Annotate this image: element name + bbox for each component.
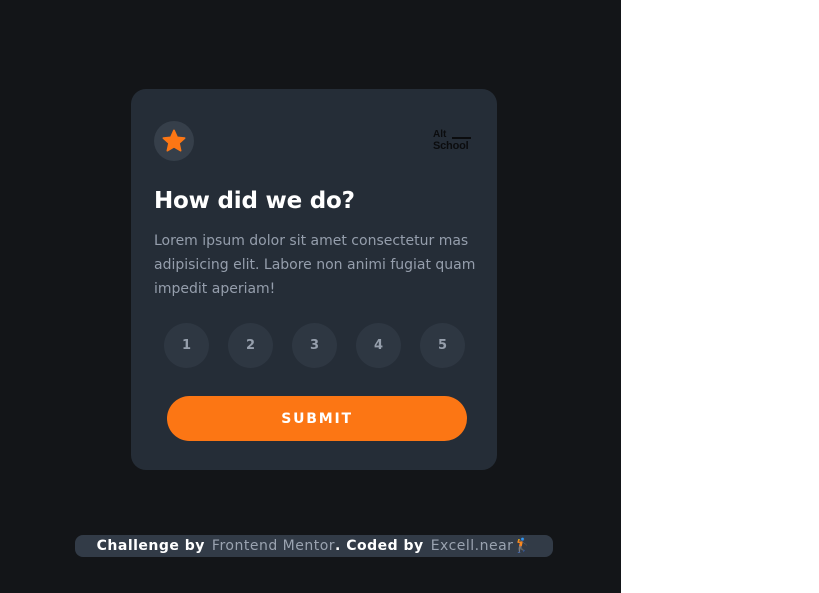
rating-button-3[interactable]: 3 xyxy=(292,323,337,368)
attribution-bar: Challenge by Frontend Mentor. Coded by Exc… xyxy=(75,535,553,557)
rating-card: Alt School How did we do? Lorem ipsum do… xyxy=(131,89,497,470)
rating-button-5[interactable]: 5 xyxy=(420,323,465,368)
frontend-mentor-link[interactable]: Frontend Mentor xyxy=(212,538,335,554)
attribution-middle: . Coded by xyxy=(335,538,424,554)
star-badge xyxy=(154,121,194,161)
altschool-logo: Alt School xyxy=(433,130,473,154)
logo-dash xyxy=(452,137,471,139)
rating-options: 1 2 3 4 5 xyxy=(164,323,466,368)
logo-text-line2: School xyxy=(433,140,469,152)
page-background: Alt School How did we do? Lorem ipsum do… xyxy=(0,0,621,593)
author-link[interactable]: Excell.near xyxy=(431,538,514,554)
golfer-emoji-icon: 🏌 xyxy=(513,538,532,554)
rating-button-4[interactable]: 4 xyxy=(356,323,401,368)
card-description: Lorem ipsum dolor sit amet consectetur m… xyxy=(154,233,476,297)
rating-button-1[interactable]: 1 xyxy=(164,323,209,368)
star-icon xyxy=(162,129,186,152)
card-title: How did we do? xyxy=(154,188,355,214)
attribution-prefix: Challenge by xyxy=(96,538,205,554)
submit-button[interactable]: SUBMIT xyxy=(167,396,467,441)
logo-text-line1: Alt xyxy=(433,129,447,140)
rating-button-2[interactable]: 2 xyxy=(228,323,273,368)
